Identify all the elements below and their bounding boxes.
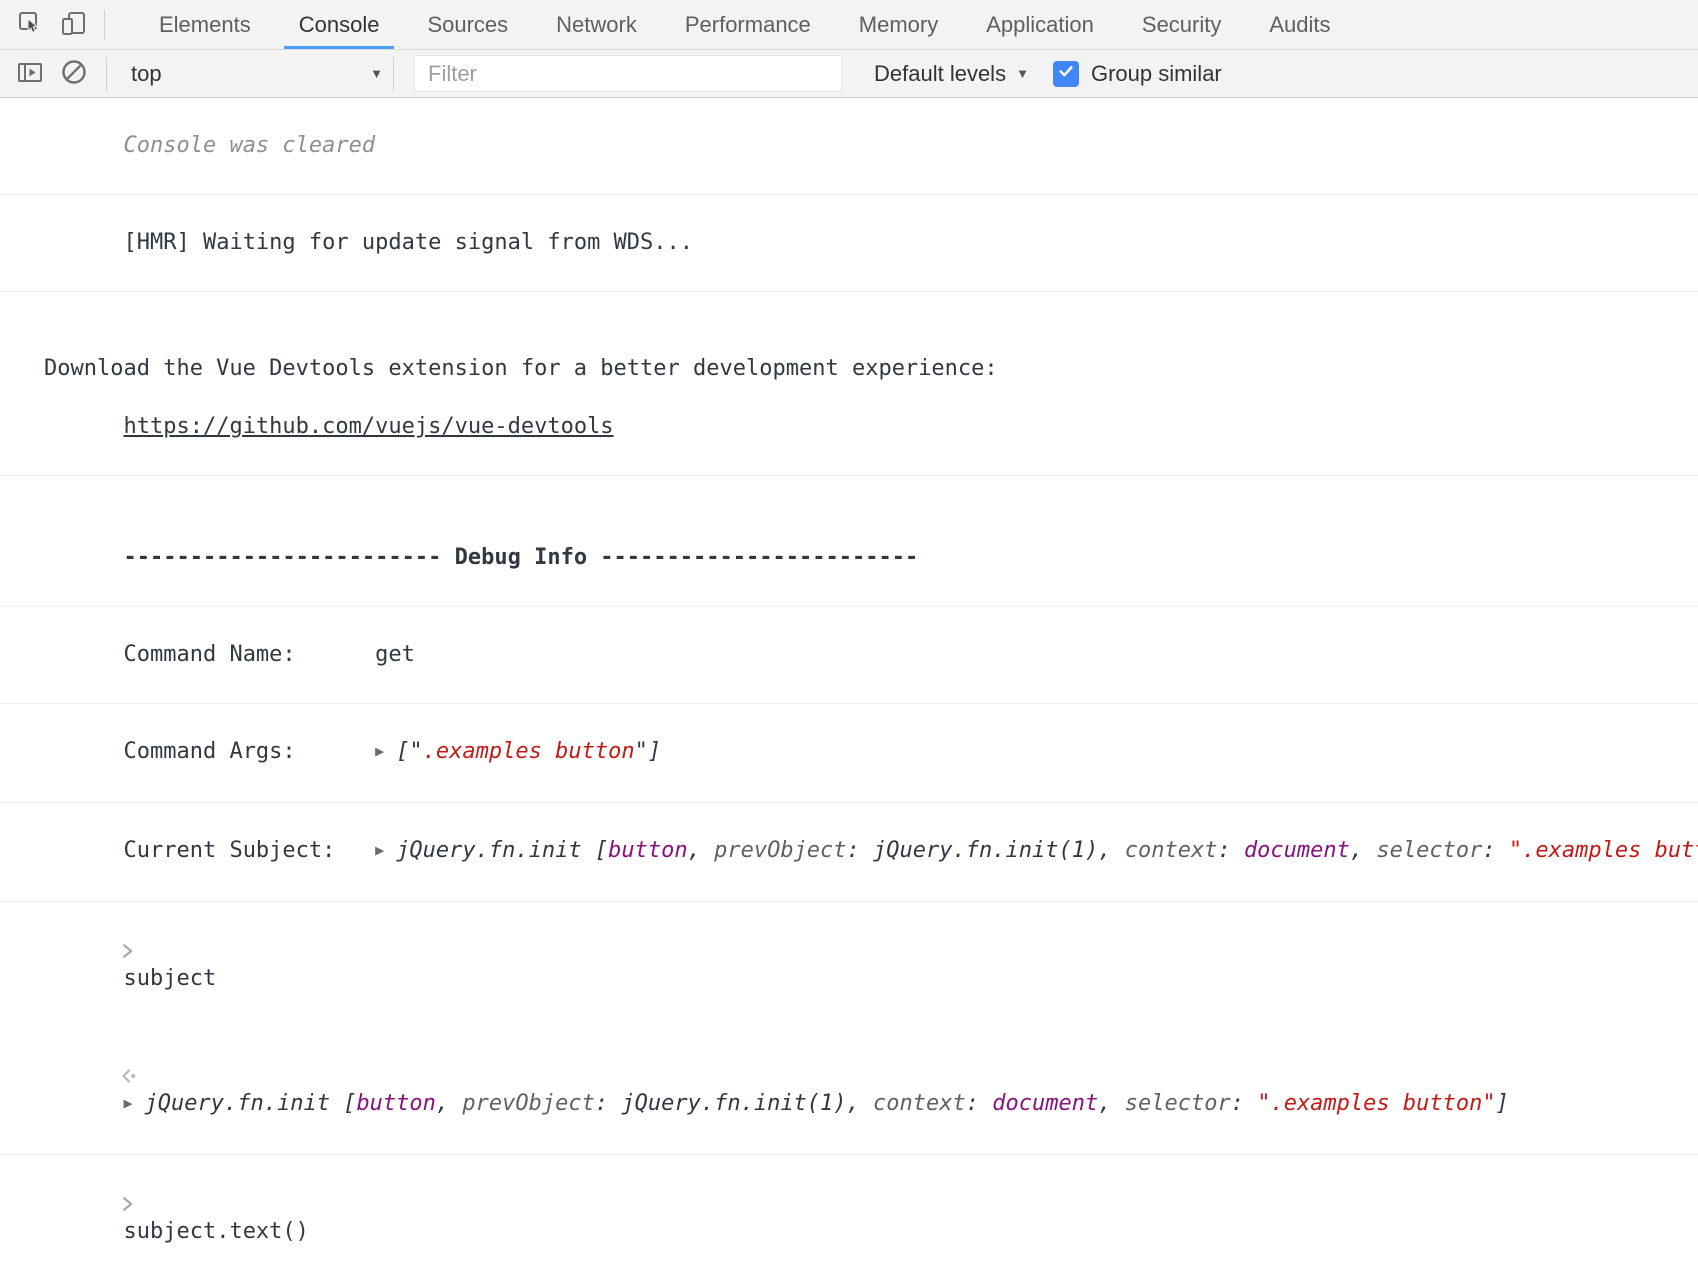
- execution-context-dropdown[interactable]: top ▼: [131, 61, 383, 87]
- tabbar-divider: [104, 10, 105, 40]
- tab-memory[interactable]: Memory: [835, 0, 962, 49]
- command-name-message: Command Name: get: [0, 607, 1698, 704]
- clear-console-button[interactable]: [52, 52, 96, 96]
- tab-sources[interactable]: Sources: [403, 0, 532, 49]
- devtools-window: Elements Console Sources Network Perform…: [0, 0, 1698, 1280]
- command-args-message: Command Args: ▶[".examples button"]: [0, 704, 1698, 803]
- inspect-cursor-icon: [16, 9, 44, 40]
- checkmark-icon: [1056, 61, 1076, 86]
- devtools-tabbar: Elements Console Sources Network Perform…: [0, 0, 1698, 50]
- command-args-preview: [".examples button"]: [396, 739, 661, 764]
- toolbar-divider: [106, 57, 107, 91]
- chevron-down-icon: ▼: [370, 66, 383, 81]
- tab-network[interactable]: Network: [532, 0, 661, 49]
- console-toolbar: top ▼ Default levels ▼ Group similar: [0, 50, 1698, 98]
- panel-tabs: Elements Console Sources Network Perform…: [135, 0, 1355, 49]
- device-toolbar-icon: [60, 9, 88, 40]
- vue-devtools-log-message: Download the Vue Devtools extension for …: [0, 292, 1698, 476]
- hmr-log-message: [HMR] Waiting for update signal from WDS…: [0, 195, 1698, 292]
- tab-elements[interactable]: Elements: [135, 0, 275, 49]
- group-similar-label[interactable]: Group similar: [1091, 61, 1222, 87]
- toolbar-divider: [393, 57, 394, 91]
- tab-audits[interactable]: Audits: [1245, 0, 1354, 49]
- debug-info-header-message: ------------------------ Debug Info ----…: [0, 476, 1698, 607]
- execution-context-value: top: [131, 61, 162, 87]
- tab-performance[interactable]: Performance: [661, 0, 835, 49]
- inspect-element-button[interactable]: [8, 3, 52, 47]
- console-command-echo: subject.text(): [0, 1155, 1698, 1280]
- current-subject-preview: jQuery.fn.init [button, prevObject: jQue…: [396, 838, 1698, 863]
- group-similar-checkbox[interactable]: [1053, 61, 1079, 87]
- input-chevron-icon: [12, 1164, 138, 1251]
- console-sidebar-toggle-button[interactable]: [8, 52, 52, 96]
- expand-arrow-icon[interactable]: ▶: [123, 1089, 132, 1118]
- result-arrow-icon: [12, 1036, 140, 1123]
- vue-devtools-link[interactable]: https://github.com/vuejs/vue-devtools: [123, 414, 613, 439]
- filter-input[interactable]: [414, 55, 842, 92]
- tab-security[interactable]: Security: [1118, 0, 1245, 49]
- tab-console[interactable]: Console: [275, 0, 404, 49]
- result-object-preview: jQuery.fn.init [button, prevObject: jQue…: [145, 1091, 1509, 1116]
- expand-arrow-icon[interactable]: ▶: [375, 836, 384, 865]
- input-chevron-icon: [12, 911, 138, 998]
- console-cleared-message: Console was cleared: [0, 98, 1698, 195]
- console-result-message: ▶ jQuery.fn.init [button, prevObject: jQu…: [0, 1027, 1698, 1155]
- chevron-down-icon: ▼: [1016, 66, 1029, 81]
- group-similar-control: Group similar: [1053, 61, 1222, 87]
- tab-application[interactable]: Application: [962, 0, 1118, 49]
- clear-console-icon: [60, 58, 88, 89]
- console-sidebar-icon: [16, 58, 44, 89]
- console-command-echo: subject: [0, 902, 1698, 1027]
- expand-arrow-icon[interactable]: ▶: [375, 737, 384, 766]
- console-messages-pane: Console was cleared [HMR] Waiting for up…: [0, 98, 1698, 1280]
- device-toolbar-button[interactable]: [52, 3, 96, 47]
- log-levels-dropdown[interactable]: Default levels ▼: [874, 61, 1029, 87]
- log-levels-label: Default levels: [874, 61, 1006, 87]
- current-subject-message: Current Subject: ▶jQuery.fn.init [button…: [0, 803, 1698, 902]
- vue-devtools-text: Download the Vue Devtools extension for …: [44, 354, 1688, 383]
